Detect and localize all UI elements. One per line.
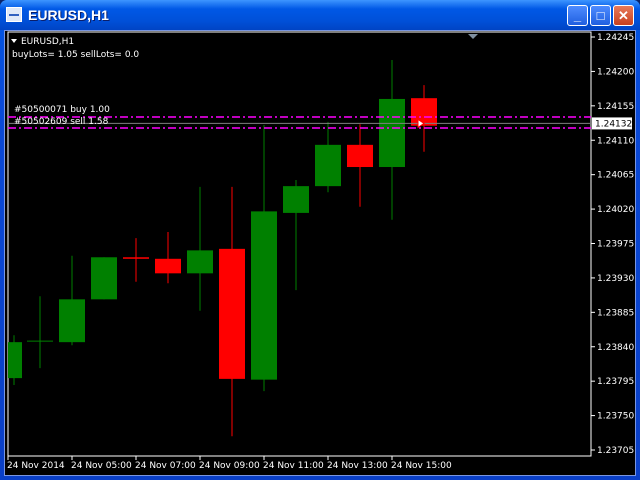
terminal-window: EURUSD,H1 _ □ ✕ 1.24245 1.24200 1.24155 1.2… <box>0 0 640 480</box>
candle-body <box>187 250 213 274</box>
y-tick-label: 1.24200 <box>597 67 634 77</box>
x-tick-label: 24 Nov 09:00 <box>199 461 260 471</box>
candle-body <box>347 144 373 168</box>
candle-body <box>219 248 245 379</box>
candlestick-chart[interactable]: 1.24245 1.24200 1.24155 1.24110 1.24065 1.240… <box>0 0 640 480</box>
plot-frame <box>7 31 592 457</box>
current-price-label: 1.24132 <box>595 119 632 129</box>
chart-shift-marker-icon <box>468 34 478 39</box>
y-tick-label: 1.23885 <box>597 308 634 318</box>
lots-info-text: buyLots= 1.05 sellLots= 0.0 <box>12 50 139 60</box>
symbol-label: EURUSD,H1 <box>21 37 74 47</box>
y-tick-label: 1.23795 <box>597 377 634 387</box>
x-tick-label: 24 Nov 2014 <box>7 461 65 471</box>
y-tick-label: 1.24020 <box>597 205 634 215</box>
candle-body <box>59 299 85 343</box>
candle-body <box>123 257 149 259</box>
candle-body <box>251 211 277 380</box>
x-tick-label: 24 Nov 11:00 <box>263 461 324 471</box>
x-tick-label: 24 Nov 13:00 <box>327 461 388 471</box>
y-tick-label: 1.23705 <box>597 446 634 456</box>
y-tick-label: 1.23750 <box>597 412 634 422</box>
candle-body <box>8 342 22 379</box>
y-tick-label: 1.23930 <box>597 274 634 284</box>
dropdown-triangle-icon <box>11 39 17 43</box>
y-tick-label: 1.24245 <box>597 33 634 43</box>
x-tick-label: 24 Nov 07:00 <box>135 461 196 471</box>
candle-body <box>155 258 181 274</box>
order-label: #50502609 sell 1.58 <box>14 117 109 127</box>
candle-body <box>27 340 53 342</box>
y-tick-label: 1.23840 <box>597 343 634 353</box>
x-tick-label: 24 Nov 05:00 <box>71 461 132 471</box>
candle-body <box>91 257 117 300</box>
candle-body <box>379 98 405 168</box>
x-tick-label: 24 Nov 15:00 <box>391 461 452 471</box>
candle-body <box>315 144 341 187</box>
y-tick-label: 1.24155 <box>597 102 634 112</box>
y-tick-label: 1.24065 <box>597 171 634 181</box>
candle-body <box>283 186 309 213</box>
order-label: #50500071 buy 1.00 <box>14 105 110 115</box>
y-tick-label: 1.24110 <box>597 136 634 146</box>
candle-body <box>411 98 437 126</box>
y-tick-label: 1.23975 <box>597 240 634 250</box>
